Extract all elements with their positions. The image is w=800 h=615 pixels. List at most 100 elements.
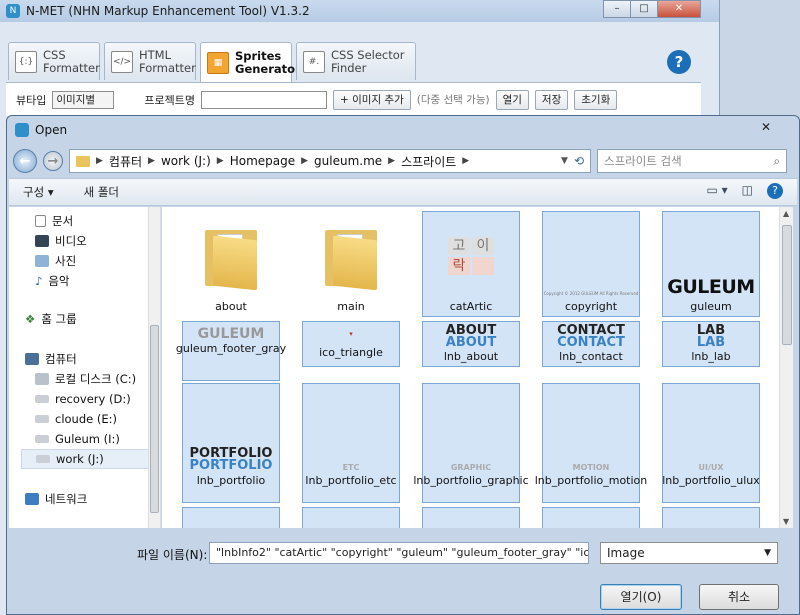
file-list: about main 고 이 락 catArtic Copyright © 20…	[162, 207, 779, 528]
nav-label: 로컬 디스크 (C:)	[55, 372, 137, 386]
chevron-right-icon: ▶	[462, 156, 470, 166]
file-item[interactable]	[182, 507, 280, 528]
file-item[interactable]	[542, 507, 640, 528]
scrollbar-thumb[interactable]	[150, 325, 159, 513]
nav-item-documents[interactable]: 문서	[35, 211, 73, 231]
nav-label: 비디오	[55, 234, 87, 248]
back-button[interactable]: ←	[13, 149, 37, 173]
nav-item-cloude[interactable]: cloude (E:)	[35, 409, 117, 429]
view-type-select[interactable]: 이미지별	[52, 90, 115, 109]
file-item-lnb-portfolio-graphic[interactable]: GRAPHIC lnb_portfolio_graphic	[413, 383, 529, 503]
nav-item-pictures[interactable]: 사진	[35, 251, 76, 271]
file-name: lnb_portfolio_graphic	[413, 474, 529, 487]
view-type-label: 뷰타입	[16, 93, 47, 107]
dialog-titlebar: Open	[7, 116, 799, 144]
file-name: guleum	[690, 300, 732, 313]
folder-icon	[323, 224, 379, 291]
preview-pane-icon[interactable]: ◫	[742, 183, 753, 199]
add-image-button[interactable]: + 이미지 추가	[332, 89, 411, 110]
tab-css-formatter[interactable]: {:} CSS Formatter	[8, 42, 100, 80]
tab-label: HTML	[139, 47, 172, 62]
file-item-catartic[interactable]: 고 이 락 catArtic	[422, 211, 520, 317]
thumb-text: UI/UX	[698, 463, 724, 472]
scroll-up-icon[interactable]: ▲	[783, 209, 789, 218]
minimize-button[interactable]: –	[603, 0, 631, 18]
nav-item-network[interactable]: 네트워크	[25, 489, 87, 509]
command-bar: 구성 ▾ 새 폴더 ▭ ▾ ◫ ?	[9, 178, 797, 206]
close-button[interactable]: ✕	[657, 0, 701, 18]
file-item-lnb-about[interactable]: ABOUT ABOUT lnb_about	[422, 321, 520, 367]
save-button[interactable]: 저장	[534, 89, 569, 110]
file-item-lnb-contact[interactable]: CONTACT CONTACT lnb_contact	[542, 321, 640, 367]
nav-item-music[interactable]: ♪ 음악	[35, 271, 70, 291]
tab-label: Formatter	[43, 60, 100, 75]
thumb-text: GULEUM	[197, 326, 265, 342]
filename-input[interactable]: "lnbInfo2" "catArtic" "copyright" "guleu…	[209, 542, 589, 564]
breadcrumb-item[interactable]: 스프라이트	[401, 153, 456, 170]
nav-item-videos[interactable]: 비디오	[35, 231, 87, 251]
filetype-select[interactable]: Image ▼	[600, 542, 778, 564]
css-formatter-icon: {:}	[15, 50, 37, 73]
scrollbar-thumb[interactable]	[782, 225, 792, 345]
file-item-copyright[interactable]: Copyright © 2012 GULEUM All Rights Reser…	[542, 211, 640, 317]
file-item-ico-triangle[interactable]: ▾ ico_triangle	[302, 321, 400, 367]
file-item-lnb-portfolio-etc[interactable]: ETC lnb_portfolio_etc	[302, 383, 400, 503]
view-options-icon[interactable]: ▭ ▾	[706, 183, 727, 199]
file-item-lnb-portfolio[interactable]: PORTFOLIO PORTFOLIO lnb_portfolio	[182, 383, 280, 503]
breadcrumb-item[interactable]: work (J:)	[161, 154, 211, 168]
file-item-lnb-portfolio-motion[interactable]: MOTION lnb_portfolio_motion	[535, 383, 647, 503]
file-item-main[interactable]: main	[302, 211, 400, 317]
breadcrumb-item[interactable]: 컴퓨터	[109, 153, 142, 170]
nav-item-recovery[interactable]: recovery (D:)	[35, 389, 131, 409]
drive-icon	[35, 373, 49, 385]
reset-button[interactable]: 초기화	[574, 89, 618, 110]
refresh-icon[interactable]: ⟲	[574, 154, 584, 168]
file-item-lnb-lab[interactable]: LAB LAB lnb_lab	[662, 321, 760, 367]
organize-button[interactable]: 구성 ▾	[23, 184, 54, 200]
file-name: lnb_portfolio_motion	[534, 474, 648, 487]
nav-item-guleum[interactable]: Guleum (I:)	[35, 429, 120, 449]
nav-item-work[interactable]: work (J:)	[21, 449, 149, 469]
file-item-about[interactable]: about	[182, 211, 280, 317]
file-item[interactable]	[422, 507, 520, 528]
thumb-text: GULEUM	[667, 276, 755, 298]
breadcrumb-item[interactable]: Homepage	[230, 154, 295, 168]
forward-button[interactable]: →	[43, 151, 63, 171]
thumb-text: ETC	[342, 463, 360, 472]
chevron-down-icon[interactable]: ▼	[561, 156, 568, 166]
navigation-pane: 문서 비디오 사진 ♪ 음악 ❖ 홈 그룹 컴퓨터 로컬 디스크 (C:) re…	[9, 207, 161, 528]
tab-html-formatter[interactable]: </> HTML Formatter	[104, 42, 196, 80]
new-folder-button[interactable]: 새 폴더	[84, 184, 119, 200]
tab-css-selector-finder[interactable]: #. CSS Selector Finder	[296, 42, 416, 80]
nav-item-homegroup[interactable]: ❖ 홈 그룹	[25, 309, 77, 329]
file-item[interactable]	[302, 507, 400, 528]
tab-sprites-generator[interactable]: ▦ Sprites Generator	[200, 42, 301, 82]
file-name: ico_triangle	[319, 346, 383, 359]
file-name: main	[337, 300, 365, 313]
scroll-down-icon[interactable]: ▼	[783, 517, 789, 526]
address-bar[interactable]: ▶ 컴퓨터 ▶ work (J:) ▶ Homepage ▶ guleum.me…	[69, 149, 591, 173]
maximize-button[interactable]: □	[630, 0, 658, 18]
nav-label: recovery (D:)	[55, 392, 131, 406]
help-icon[interactable]: ?	[767, 183, 783, 199]
open-project-button[interactable]: 열기	[495, 89, 529, 110]
nav-scrollbar[interactable]	[148, 207, 160, 528]
file-item-guleum[interactable]: GULEUM guleum	[662, 211, 760, 317]
file-item-lnb-portfolio-ulux[interactable]: UI/UX lnb_portfolio_ulux	[662, 383, 760, 503]
file-item-guleum-footer-gray[interactable]: GULEUM guleum_footer_gray	[176, 321, 286, 381]
chevron-right-icon: ▶	[96, 156, 103, 166]
file-item[interactable]	[662, 507, 760, 528]
dialog-close-button[interactable]: ✕	[753, 118, 779, 136]
search-input[interactable]: 스프라이트 검색 ⌕	[597, 149, 787, 173]
breadcrumb-item[interactable]: guleum.me	[314, 154, 382, 168]
file-name: lnb_portfolio_etc	[305, 474, 397, 487]
file-list-scrollbar[interactable]: ▲ ▼	[779, 207, 793, 528]
help-icon[interactable]: ?	[667, 50, 691, 74]
open-button[interactable]: 열기(O)	[600, 584, 682, 610]
project-name-input[interactable]	[200, 90, 327, 109]
nav-label: cloude (E:)	[55, 412, 117, 426]
folder-icon	[76, 155, 90, 167]
nav-item-computer[interactable]: 컴퓨터	[25, 349, 77, 369]
nav-item-local-disk[interactable]: 로컬 디스크 (C:)	[35, 369, 136, 389]
cancel-button[interactable]: 취소	[699, 584, 779, 610]
